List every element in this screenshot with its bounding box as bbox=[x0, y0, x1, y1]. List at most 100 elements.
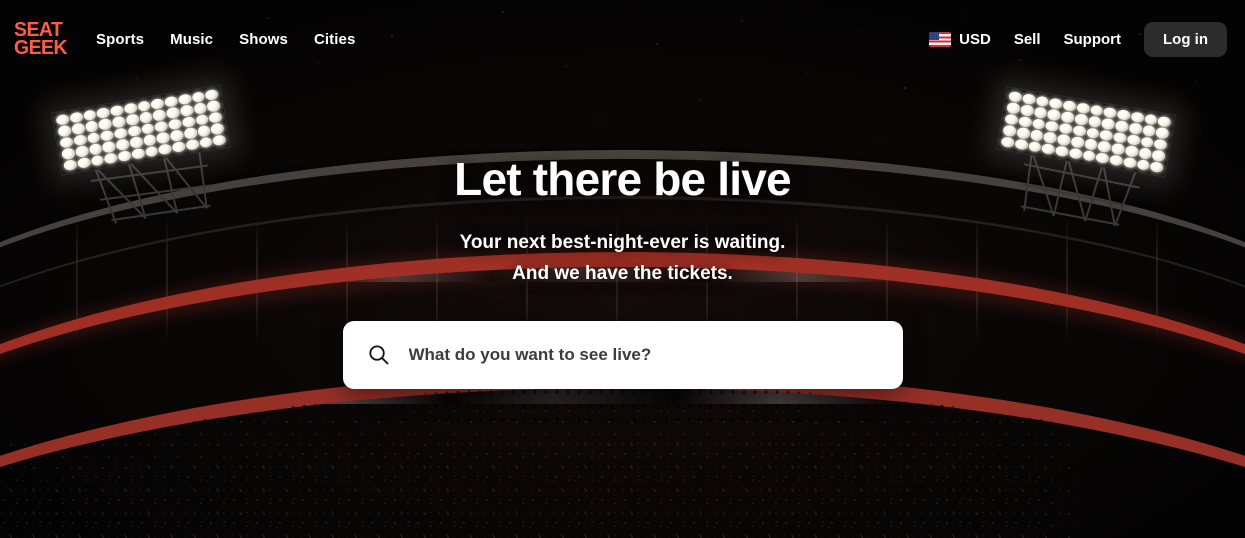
floodlight-bulb bbox=[156, 131, 171, 145]
floodlight-bulb bbox=[1046, 108, 1062, 122]
support-link[interactable]: Support bbox=[1064, 31, 1122, 48]
floodlight-bulb bbox=[177, 93, 192, 106]
floodlight-bulb bbox=[140, 122, 155, 136]
floodlight-bulb bbox=[113, 127, 128, 140]
floodlight-bulb bbox=[72, 134, 88, 147]
search-input[interactable] bbox=[408, 344, 879, 365]
floodlight-bulb bbox=[1054, 144, 1070, 158]
floodlight-bulb bbox=[1041, 142, 1056, 155]
floodlight-bulb bbox=[1029, 129, 1044, 142]
search-bar[interactable] bbox=[342, 320, 903, 389]
floodlight-bulb bbox=[1108, 153, 1124, 167]
floodlight-bulb bbox=[204, 88, 219, 102]
floodlight-bulb bbox=[96, 107, 111, 120]
floodlight-bulb bbox=[165, 106, 181, 120]
floodlight-bulb bbox=[1130, 111, 1145, 124]
floodlight-bulb bbox=[86, 131, 101, 145]
primary-nav: Sports Music Shows Cities bbox=[96, 31, 355, 48]
floodlight-bulb bbox=[1101, 117, 1116, 131]
floodlight-bulb bbox=[1075, 102, 1091, 115]
floodlight-bulb bbox=[1155, 127, 1170, 140]
floodlight-bulb bbox=[208, 111, 223, 124]
floodlight-bulb bbox=[206, 100, 221, 113]
floodlight-bulb bbox=[1004, 113, 1019, 126]
floodlight-bulb bbox=[1085, 126, 1100, 140]
floodlight-bulb bbox=[169, 129, 184, 142]
floodlight-bulb bbox=[63, 158, 78, 172]
floodlight-bulb bbox=[1139, 136, 1155, 149]
floodlight-bulb bbox=[130, 147, 146, 160]
floodlight-bulb bbox=[1058, 122, 1073, 135]
floodlight-bulb bbox=[1002, 124, 1017, 137]
floodlight-bulb bbox=[212, 133, 227, 147]
floodlight-bulb bbox=[1083, 138, 1099, 151]
floodlight-bulb bbox=[69, 111, 84, 124]
floodlight-bulb bbox=[1087, 115, 1102, 129]
floodlight-bulb bbox=[154, 120, 169, 133]
floodlight-bulb bbox=[1089, 104, 1104, 117]
floodlight-bulb bbox=[115, 138, 130, 151]
floodlight-bulb bbox=[1027, 140, 1042, 153]
floodlight-bulb bbox=[1114, 120, 1129, 133]
floodlight-bulb bbox=[1056, 133, 1071, 147]
floodlight-bulb bbox=[84, 120, 99, 133]
floodlight-bulb bbox=[1008, 90, 1023, 104]
floodlight-bulb bbox=[183, 127, 198, 140]
floodlight-bulb bbox=[1031, 117, 1046, 131]
floodlight-bulb bbox=[1099, 129, 1114, 142]
floodlight-bulb bbox=[150, 97, 165, 111]
floodlight-bulb bbox=[1116, 109, 1131, 122]
floodlight-bulb bbox=[1048, 97, 1064, 111]
sell-link[interactable]: Sell bbox=[1014, 31, 1041, 48]
floodlight-bulb bbox=[1017, 115, 1033, 128]
floodlight-bulb bbox=[138, 111, 154, 124]
floodlight-bulb bbox=[99, 129, 115, 142]
floodlight-bulb bbox=[1015, 126, 1031, 140]
currency-selector[interactable]: USD bbox=[929, 31, 991, 48]
login-button[interactable]: Log in bbox=[1144, 21, 1227, 57]
floodlight-bulb bbox=[90, 154, 105, 167]
floodlight-bulb bbox=[1128, 122, 1143, 135]
floodlight-bulb bbox=[136, 100, 152, 113]
floodlight-bulb bbox=[1126, 133, 1141, 147]
floodlight-bulb bbox=[152, 109, 167, 122]
floodlight-bulb bbox=[1097, 140, 1112, 153]
floodlight-bulb bbox=[70, 122, 86, 136]
nav-item-shows[interactable]: Shows bbox=[239, 31, 288, 48]
floodlight-bulb bbox=[74, 145, 89, 158]
floodlight-bulb bbox=[111, 115, 126, 129]
seatgeek-logo[interactable]: SEAT GEEK bbox=[14, 18, 68, 60]
floodlight-bulb bbox=[1151, 149, 1166, 162]
floodlight-bulb bbox=[1019, 104, 1035, 117]
floodlight-bulb bbox=[1062, 99, 1077, 113]
header-actions: USD Sell Support Log in bbox=[929, 21, 1227, 57]
floodlight-bulb bbox=[101, 140, 117, 154]
nav-item-sports[interactable]: Sports bbox=[96, 31, 144, 48]
floodlight-bulb bbox=[128, 136, 144, 149]
floodlight-bulb bbox=[163, 95, 179, 109]
seatgeek-homepage: SEAT GEEK Sports Music Shows Cities USD … bbox=[0, 0, 1245, 538]
floodlight-bulb bbox=[1043, 131, 1058, 144]
floodlight-bulb bbox=[179, 104, 194, 117]
floodlight-bulb bbox=[117, 149, 132, 163]
floodlight-bulb bbox=[1153, 138, 1168, 151]
floodlight-bulb bbox=[1044, 120, 1060, 133]
floodlight-bulb bbox=[1110, 142, 1126, 156]
floodlight-bulb bbox=[1095, 151, 1110, 165]
floodlight-bulb bbox=[1006, 102, 1021, 115]
floodlight-bulb bbox=[59, 136, 74, 149]
floodlight-bulb bbox=[157, 142, 173, 156]
floodlight-bulb bbox=[1157, 115, 1172, 129]
floodlight-bulb bbox=[103, 151, 119, 165]
floodlight-bulb bbox=[1068, 147, 1083, 160]
floodlight-bulb bbox=[1035, 95, 1050, 108]
nav-item-cities[interactable]: Cities bbox=[314, 31, 355, 48]
floodlight-bulb bbox=[1102, 106, 1118, 120]
floodlight-bulb bbox=[123, 102, 138, 115]
floodlight-bulb bbox=[191, 91, 206, 104]
nav-item-music[interactable]: Music bbox=[170, 31, 213, 48]
floodlight-bulb bbox=[1136, 158, 1151, 171]
floodlight-bulb bbox=[1070, 135, 1085, 149]
floodlight-bulb bbox=[1021, 93, 1036, 106]
floodlight-bulb bbox=[57, 125, 72, 138]
